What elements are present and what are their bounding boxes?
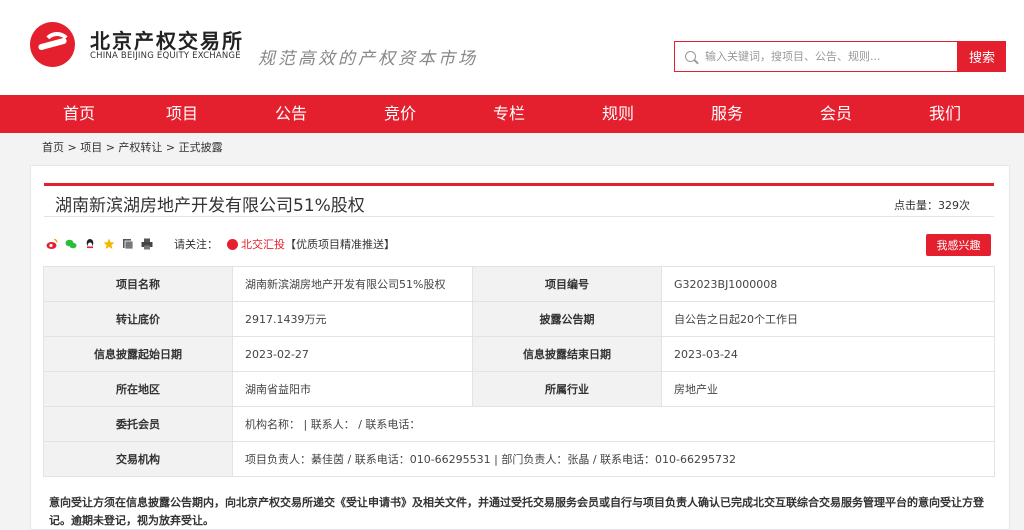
site-header: 北京产权交易所 CHINA BEIJING EQUITY EXCHANGE 规范… xyxy=(0,0,1024,95)
table-row: 所在地区 湖南省益阳市 所属行业 房地产业 xyxy=(43,371,995,407)
value-entrusted-member: 机构名称： | 联系人： / 联系电话： xyxy=(232,406,995,442)
nav-item-members[interactable]: 会员 xyxy=(786,95,886,133)
cbex-logo-icon[interactable] xyxy=(30,22,75,67)
label-start-date: 信息披露起始日期 xyxy=(43,336,233,372)
label-end-date: 信息披露结束日期 xyxy=(472,336,662,372)
label-region: 所在地区 xyxy=(43,371,233,407)
table-row: 转让底价 2917.1439万元 披露公告期 自公告之日起20个工作日 xyxy=(43,301,995,337)
project-panel: 湖南新滨湖房地产开发有限公司51%股权 点击量：329次 请关注： 北交汇投 【… xyxy=(30,165,1010,530)
value-end-date: 2023-03-24 xyxy=(661,336,995,372)
project-info-table: 项目名称 湖南新滨湖房地产开发有限公司51%股权 项目编号 G32023BJ10… xyxy=(43,266,995,477)
label-industry: 所属行业 xyxy=(472,371,662,407)
table-row: 委托会员 机构名称： | 联系人： / 联系电话： xyxy=(43,406,995,442)
nav-item-about[interactable]: 我们 xyxy=(895,95,995,133)
value-region: 湖南省益阳市 xyxy=(232,371,473,407)
nav-item-columns[interactable]: 专栏 xyxy=(459,95,559,133)
brand-name-cn[interactable]: 北京产权交易所 xyxy=(90,25,244,54)
view-count-value: 329次 xyxy=(938,199,970,212)
view-count-label: 点击量： xyxy=(894,199,938,212)
copy-icon[interactable] xyxy=(122,238,134,250)
search-input[interactable] xyxy=(705,42,955,71)
value-reserve-price: 2917.1439万元 xyxy=(232,301,473,337)
print-icon[interactable] xyxy=(141,238,153,250)
follow-label: 请关注： xyxy=(174,238,218,251)
nav-item-home[interactable]: 首页 xyxy=(29,95,129,133)
label-project-name: 项目名称 xyxy=(43,266,233,302)
project-title: 湖南新滨湖房地产开发有限公司51%股权 xyxy=(55,196,365,216)
share-bar xyxy=(46,236,160,252)
follow-account-link[interactable]: 北交汇投 xyxy=(241,236,285,252)
breadcrumb[interactable]: 首页 > 项目 > 产权转让 > 正式披露 xyxy=(42,139,223,155)
value-disclosure-period: 自公告之日起20个工作日 xyxy=(661,301,995,337)
view-count: 点击量：329次 xyxy=(894,197,970,213)
qq-icon[interactable] xyxy=(84,238,96,250)
panel-accent-line xyxy=(44,183,994,186)
nav-item-announcements[interactable]: 公告 xyxy=(241,95,341,133)
follow-tag: 【优质项目精准推送】 xyxy=(285,238,395,251)
brand-name-en: CHINA BEIJING EQUITY EXCHANGE xyxy=(90,51,241,61)
nav-item-services[interactable]: 服务 xyxy=(677,95,777,133)
value-trading-agency: 项目负责人：綦佳茵 / 联系电话：010-66295531 | 部门负责人：张晶… xyxy=(232,441,995,477)
nav-item-bidding[interactable]: 竞价 xyxy=(350,95,450,133)
interest-button[interactable]: 我感兴趣 xyxy=(926,234,991,256)
label-trading-agency: 交易机构 xyxy=(43,441,233,477)
follow-line: 请关注： 北交汇投 【优质项目精准推送】 xyxy=(174,236,395,252)
value-project-code: G32023BJ1000008 xyxy=(661,266,995,302)
value-project-name: 湖南新滨湖房地产开发有限公司51%股权 xyxy=(232,266,473,302)
table-row: 信息披露起始日期 2023-02-27 信息披露结束日期 2023-03-24 xyxy=(43,336,995,372)
slogan: 规范高效的产权资本市场 xyxy=(258,49,478,69)
weibo-icon[interactable] xyxy=(46,238,58,250)
search-icon xyxy=(685,51,696,62)
table-row: 交易机构 项目负责人：綦佳茵 / 联系电话：010-66295531 | 部门负… xyxy=(43,441,995,477)
label-reserve-price: 转让底价 xyxy=(43,301,233,337)
title-divider xyxy=(44,216,994,217)
label-disclosure-period: 披露公告期 xyxy=(472,301,662,337)
wechat-icon[interactable] xyxy=(65,238,77,250)
label-entrusted-member: 委托会员 xyxy=(43,406,233,442)
nav-item-projects[interactable]: 项目 xyxy=(132,95,232,133)
table-row: 项目名称 湖南新滨湖房地产开发有限公司51%股权 项目编号 G32023BJ10… xyxy=(43,266,995,302)
search-button[interactable]: 搜索 xyxy=(958,41,1006,72)
nav-item-rules[interactable]: 规则 xyxy=(568,95,668,133)
registration-notice: 意向受让方须在信息披露公告期内，向北京产权交易所递交《受让申请书》及相关文件，并… xyxy=(49,496,984,527)
value-industry: 房地产业 xyxy=(661,371,995,407)
value-start-date: 2023-02-27 xyxy=(232,336,473,372)
label-project-code: 项目编号 xyxy=(472,266,662,302)
search-box[interactable] xyxy=(674,41,958,72)
favorite-star-icon[interactable] xyxy=(103,238,115,250)
bjhy-account-icon xyxy=(227,238,238,250)
main-nav: 首页 项目 公告 竞价 专栏 规则 服务 会员 我们 xyxy=(0,95,1024,133)
